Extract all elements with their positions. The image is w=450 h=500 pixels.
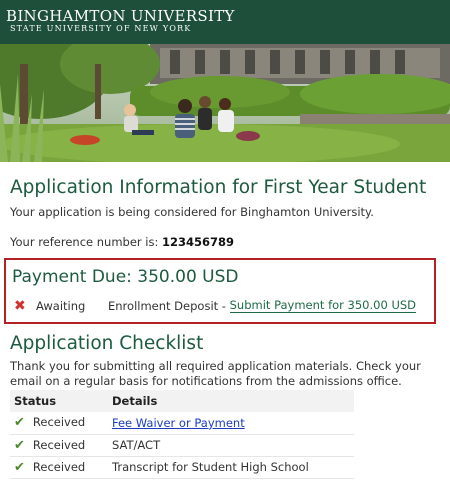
checkmark-icon: ✔ — [14, 437, 25, 453]
status-cell: ✔ Received — [10, 434, 108, 457]
table-row: ✔ Received Transcript for Student High Sc… — [10, 456, 354, 479]
reference-number-line: Your reference number is: 123456789 — [10, 234, 440, 250]
campus-photo-illustration — [0, 44, 450, 162]
checklist-message: Thank you for submitting all required ap… — [10, 359, 421, 388]
campus-hero-image — [0, 44, 450, 162]
table-row: ✔ Received Fee Waiver or Payment — [10, 412, 354, 435]
main-content: Application Information for First Year S… — [0, 176, 450, 479]
application-status-text: Your application is being considered for… — [10, 205, 374, 219]
status-cell: ✔ Received — [10, 412, 108, 435]
submit-payment-link[interactable]: Submit Payment for 350.00 USD — [229, 298, 417, 313]
checkmark-icon: ✔ — [14, 415, 25, 431]
checklist-table: Status Details ✔ Received Fee Waiver or P… — [10, 390, 354, 479]
site-header: BINGHAMTON UNIVERSITY STATE UNIVERSITY O… — [0, 0, 450, 44]
checklist-title: Application Checklist — [10, 333, 204, 354]
payment-due-title: Payment Due: 350.00 USD — [12, 267, 239, 287]
column-header-status: Status — [10, 390, 108, 412]
payment-row: ✖ Awaiting Enrollment Deposit - Submit P… — [12, 298, 434, 313]
details-cell: SAT/ACT — [108, 434, 354, 457]
fee-waiver-link[interactable]: Fee Waiver or Payment — [112, 416, 245, 430]
column-header-details: Details — [108, 390, 354, 412]
details-cell: Transcript for Student High School — [108, 456, 354, 479]
payment-item: Enrollment Deposit - — [108, 298, 226, 313]
university-logo-subtitle: STATE UNIVERSITY OF NEW YORK — [10, 24, 192, 33]
status-cell: ✔ Received — [10, 456, 108, 479]
payment-status: Awaiting — [36, 298, 86, 313]
x-icon: ✖ — [14, 297, 26, 314]
row-status: Received — [32, 459, 86, 474]
page-title: Application Information for First Year S… — [10, 177, 427, 198]
checklist-header-row: Status Details — [10, 390, 354, 412]
details-cell: Fee Waiver or Payment — [108, 412, 354, 435]
table-row: ✔ Received SAT/ACT — [10, 434, 354, 457]
university-logo[interactable]: BINGHAMTON UNIVERSITY — [6, 8, 450, 24]
reference-number: 123456789 — [162, 235, 235, 249]
reference-label: Your reference number is: — [10, 235, 159, 249]
row-status: Received — [32, 437, 86, 452]
checkmark-icon: ✔ — [14, 459, 25, 475]
payment-due-box: Payment Due: 350.00 USD ✖ Awaiting Enrol… — [4, 258, 436, 324]
row-status: Received — [32, 415, 86, 430]
